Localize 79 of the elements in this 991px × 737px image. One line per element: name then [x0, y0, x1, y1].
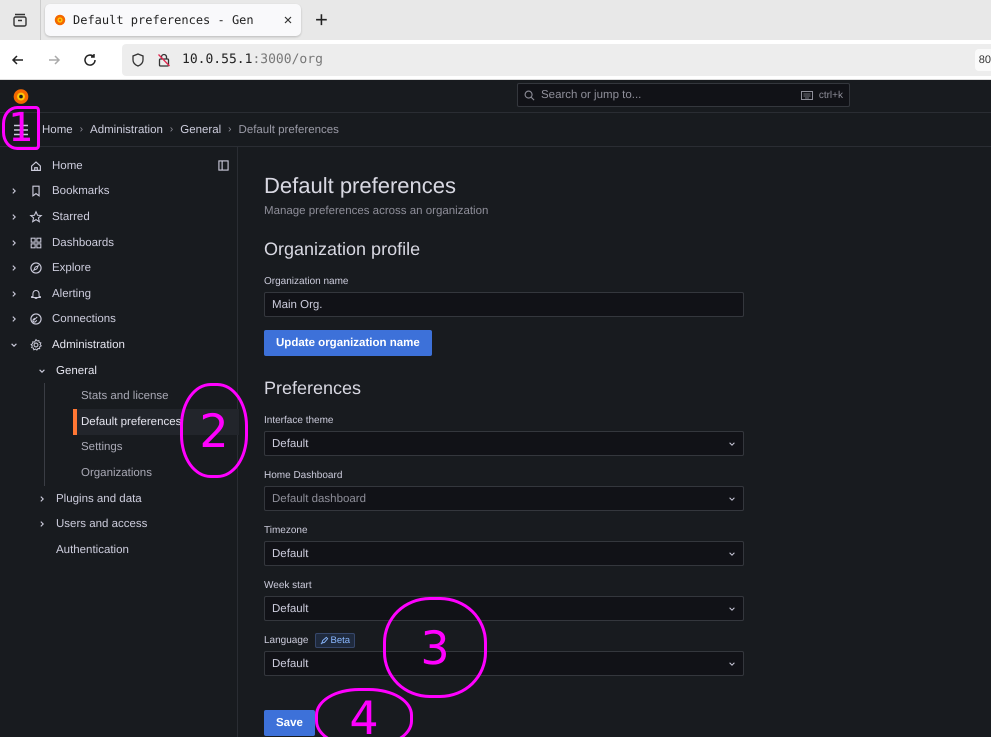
- section-heading: Preferences: [264, 378, 362, 399]
- compass-icon: [29, 261, 43, 276]
- select-field[interactable]: Default dashboard: [264, 486, 744, 511]
- chevron-down-icon[interactable]: [38, 366, 46, 375]
- nav-item[interactable]: Plugins and data: [56, 492, 142, 505]
- nav-item[interactable]: Connections: [52, 313, 116, 326]
- breadcrumb-link[interactable]: Administration: [90, 124, 163, 136]
- save-button[interactable]: Save: [264, 710, 315, 736]
- swirl-logo-icon: [53, 13, 67, 27]
- search-icon: [524, 90, 535, 100]
- breadcrumb-separator: ›: [228, 124, 232, 135]
- reload-icon[interactable]: [82, 52, 98, 68]
- select-field[interactable]: Default: [264, 596, 744, 621]
- breadcrumb-separator: ›: [170, 124, 174, 135]
- chevron-down-icon[interactable]: [10, 340, 18, 349]
- tab-title: Default preferences - Gen: [73, 13, 255, 27]
- nav-item[interactable]: General: [56, 364, 97, 377]
- field-label: Home Dashboard: [264, 470, 342, 480]
- field-label: Language: [264, 634, 308, 646]
- shield-icon[interactable]: [130, 52, 146, 68]
- chevron-right-icon[interactable]: [38, 520, 46, 528]
- nav-item[interactable]: Home: [52, 160, 83, 172]
- section-heading: Organization profile: [264, 239, 422, 260]
- browser-tab[interactable]: Default preferences - Gen: [45, 4, 301, 36]
- field-label: Timezone: [264, 524, 308, 536]
- grid-icon: [29, 236, 43, 250]
- chevron-right-icon[interactable]: [10, 238, 18, 247]
- chevron-down-icon: [728, 494, 736, 502]
- chevron-right-icon[interactable]: [10, 212, 18, 221]
- beta-badge: Beta: [314, 632, 356, 648]
- gear-icon: [29, 338, 43, 352]
- nav-item[interactable]: Explore: [52, 262, 91, 274]
- breadcrumb-link[interactable]: Default preferences: [238, 124, 339, 136]
- annotation-number: 4: [315, 688, 413, 737]
- link-icon: [29, 312, 43, 326]
- nav-item[interactable]: Dashboards: [52, 236, 114, 249]
- annotation-number: 3: [383, 597, 487, 698]
- dock-menu-icon[interactable]: [218, 160, 229, 172]
- field-label: Week start: [264, 580, 312, 590]
- chevron-right-icon[interactable]: [10, 315, 18, 324]
- page-title: Default preferences: [264, 173, 457, 199]
- chevron-down-icon: [728, 440, 736, 448]
- star-icon: [29, 210, 43, 224]
- field-label: Interface theme: [264, 414, 334, 426]
- nav-item[interactable]: Bookmarks: [52, 185, 110, 198]
- field-label: Organization name: [264, 276, 348, 286]
- chevron-down-icon: [728, 660, 736, 668]
- breadcrumb-link[interactable]: Home: [42, 124, 73, 136]
- chevron-right-icon[interactable]: [10, 187, 18, 196]
- url-text: 10.0.55.1:3000/org: [182, 52, 323, 67]
- select-field[interactable]: Default: [264, 431, 744, 456]
- insecure-lock-icon[interactable]: [156, 52, 172, 68]
- tab-overview-icon[interactable]: [12, 12, 28, 28]
- chevron-right-icon[interactable]: [38, 494, 46, 503]
- page-subtitle: Manage preferences across an organization: [264, 205, 490, 217]
- nav-item[interactable]: Users and access: [56, 518, 148, 530]
- chevron-down-icon: [728, 604, 736, 612]
- update-button[interactable]: Update organization name: [264, 330, 432, 356]
- breadcrumb-separator: ›: [80, 124, 84, 135]
- select-field[interactable]: Default: [264, 541, 744, 566]
- nav-item[interactable]: Alerting: [52, 288, 91, 300]
- home-icon: [29, 158, 43, 173]
- nav-item[interactable]: Authentication: [56, 544, 129, 556]
- search-field[interactable]: Search or jump to... ctrl+k: [517, 83, 850, 107]
- zoom-level[interactable]: 80: [974, 48, 991, 70]
- shortcut-hint: ctrl+k: [818, 90, 843, 100]
- chevron-down-icon: [728, 550, 736, 558]
- keyboard-icon: [800, 90, 813, 100]
- swirl-logo-icon[interactable]: [12, 87, 30, 105]
- new-tab-button[interactable]: +: [315, 7, 328, 33]
- nav-item[interactable]: Administration: [52, 338, 125, 351]
- chevron-right-icon[interactable]: [10, 290, 18, 298]
- nav-item[interactable]: Starred: [52, 210, 90, 223]
- chevron-right-icon[interactable]: [10, 264, 18, 272]
- annotation-number: 2: [180, 383, 248, 478]
- input-field[interactable]: Main Org.: [264, 292, 744, 317]
- breadcrumb-link[interactable]: General: [180, 124, 222, 136]
- close-icon[interactable]: [283, 15, 293, 25]
- address-bar[interactable]: 10.0.55.1:3000/org 80: [122, 44, 991, 76]
